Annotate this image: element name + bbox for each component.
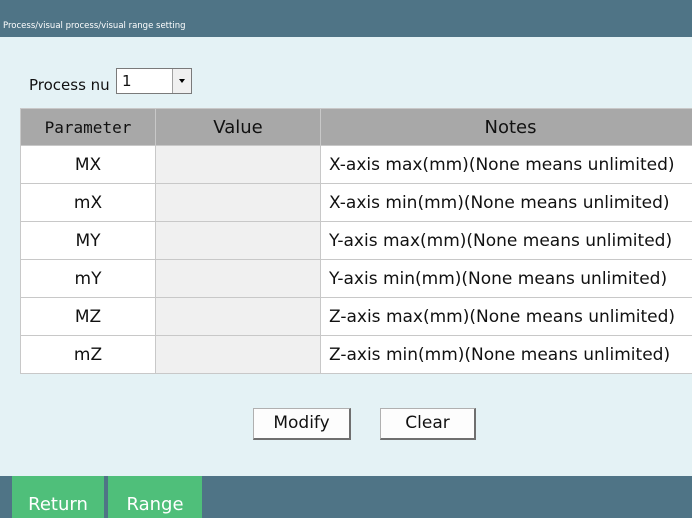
process-number-select[interactable]: 1 <box>116 68 192 94</box>
parameter-cell: MY <box>20 221 156 260</box>
column-header-notes: Notes <box>320 108 692 146</box>
table-row: MX X-axis max(mm)(None means unlimited) <box>20 145 692 184</box>
parameter-cell: mX <box>20 183 156 222</box>
table-header-row: Parameter Value Notes <box>20 108 692 146</box>
table-row: mX X-axis min(mm)(None means unlimited) <box>20 183 692 222</box>
parameter-cell: mY <box>20 259 156 298</box>
value-input[interactable] <box>155 145 321 184</box>
note-cell: X-axis min(mm)(None means unlimited) <box>320 183 692 222</box>
note-cell: Y-axis max(mm)(None means unlimited) <box>320 221 692 260</box>
parameter-cell: MZ <box>20 297 156 336</box>
note-cell: Y-axis min(mm)(None means unlimited) <box>320 259 692 298</box>
parameter-cell: mZ <box>20 335 156 374</box>
process-number-value: 1 <box>122 72 132 90</box>
clear-button[interactable]: Clear <box>380 408 476 440</box>
value-input[interactable] <box>155 297 321 336</box>
window-title: Process/visual process/visual range sett… <box>3 21 186 31</box>
value-input[interactable] <box>155 259 321 298</box>
return-tab[interactable]: Return <box>12 476 104 518</box>
value-input[interactable] <box>155 183 321 222</box>
process-number-label: Process nu <box>29 76 110 94</box>
title-bar: Process/visual process/visual range sett… <box>0 0 692 37</box>
table-row: MY Y-axis max(mm)(None means unlimited) <box>20 221 692 260</box>
note-cell: X-axis max(mm)(None means unlimited) <box>320 145 692 184</box>
note-cell: Z-axis min(mm)(None means unlimited) <box>320 335 692 374</box>
value-input[interactable] <box>155 221 321 260</box>
value-input[interactable] <box>155 335 321 374</box>
range-table: Parameter Value Notes MX X-axis max(mm)(… <box>20 108 692 374</box>
column-header-value: Value <box>155 108 321 146</box>
range-tab[interactable]: Range <box>108 476 202 518</box>
table-row: mY Y-axis min(mm)(None means unlimited) <box>20 259 692 298</box>
note-cell: Z-axis max(mm)(None means unlimited) <box>320 297 692 336</box>
dropdown-arrow-icon[interactable] <box>172 69 191 93</box>
parameter-cell: MX <box>20 145 156 184</box>
table-row: mZ Z-axis min(mm)(None means unlimited) <box>20 335 692 374</box>
column-header-parameter: Parameter <box>20 108 156 146</box>
modify-button[interactable]: Modify <box>253 408 351 440</box>
table-row: MZ Z-axis max(mm)(None means unlimited) <box>20 297 692 336</box>
